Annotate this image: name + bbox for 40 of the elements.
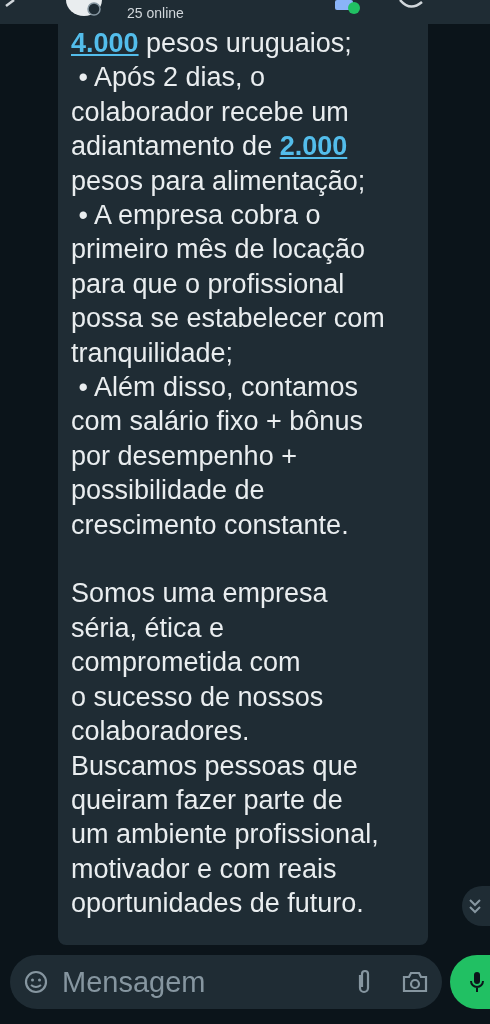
message-text: • Após 2 dias, o (77, 61, 266, 95)
message-text: colaboradores. (71, 715, 250, 749)
double-chevron-icon (468, 898, 482, 914)
message-text: pesos uruguaios; (145, 27, 352, 60)
message-text: com salário fixo + bônus (71, 405, 363, 439)
microphone-button[interactable] (450, 955, 490, 1009)
message-text: queiram fazer parte de (71, 783, 343, 817)
message-text: um ambiente profissional, (71, 818, 379, 852)
message-text: possibilidade de (71, 474, 265, 508)
message-text: adiantamento de (71, 130, 274, 164)
message-text: primeiro mês de locação (71, 233, 366, 267)
message-text: motivador e com reais (71, 852, 337, 886)
message-text: o sucesso de nossos (71, 680, 324, 714)
message-text: tranquilidade; (71, 336, 234, 370)
amount-link[interactable]: 2.000 (279, 129, 348, 164)
call-icon[interactable] (398, 0, 424, 8)
message-text: comprometida com (71, 646, 301, 680)
message-text: Somos uma empresa (71, 577, 328, 611)
microphone-icon (470, 971, 484, 993)
camera-icon[interactable] (402, 971, 428, 993)
message-text: Buscamos pessoas que (71, 749, 358, 783)
avatar-icon[interactable] (66, 0, 102, 16)
online-status: 25 online (127, 5, 184, 21)
message-text: • A empresa cobra o (77, 199, 321, 233)
message-text: • Além disso, contamos (77, 371, 359, 405)
message-input[interactable]: Mensagem (60, 964, 344, 1000)
message-text: colaborador recebe um (71, 95, 349, 129)
message-text: oportunidades de futuro. (71, 887, 364, 921)
attach-icon[interactable] (356, 969, 372, 995)
video-call-icon[interactable] (334, 0, 362, 14)
message-text: séria, ética e (71, 611, 225, 645)
message-text: pesos para alimentação; (71, 164, 366, 198)
message-text: para que o profissional (71, 267, 345, 301)
sticker-icon[interactable] (24, 970, 48, 994)
scroll-down-button[interactable] (462, 886, 490, 926)
message-text: crescimento constante. (71, 508, 349, 542)
message-text: por desempenho + (71, 439, 297, 473)
message-text: possa se estabelecer com (71, 302, 385, 336)
amount-link[interactable]: 4.000 (71, 26, 139, 61)
message-field[interactable]: Mensagem (10, 955, 442, 1009)
